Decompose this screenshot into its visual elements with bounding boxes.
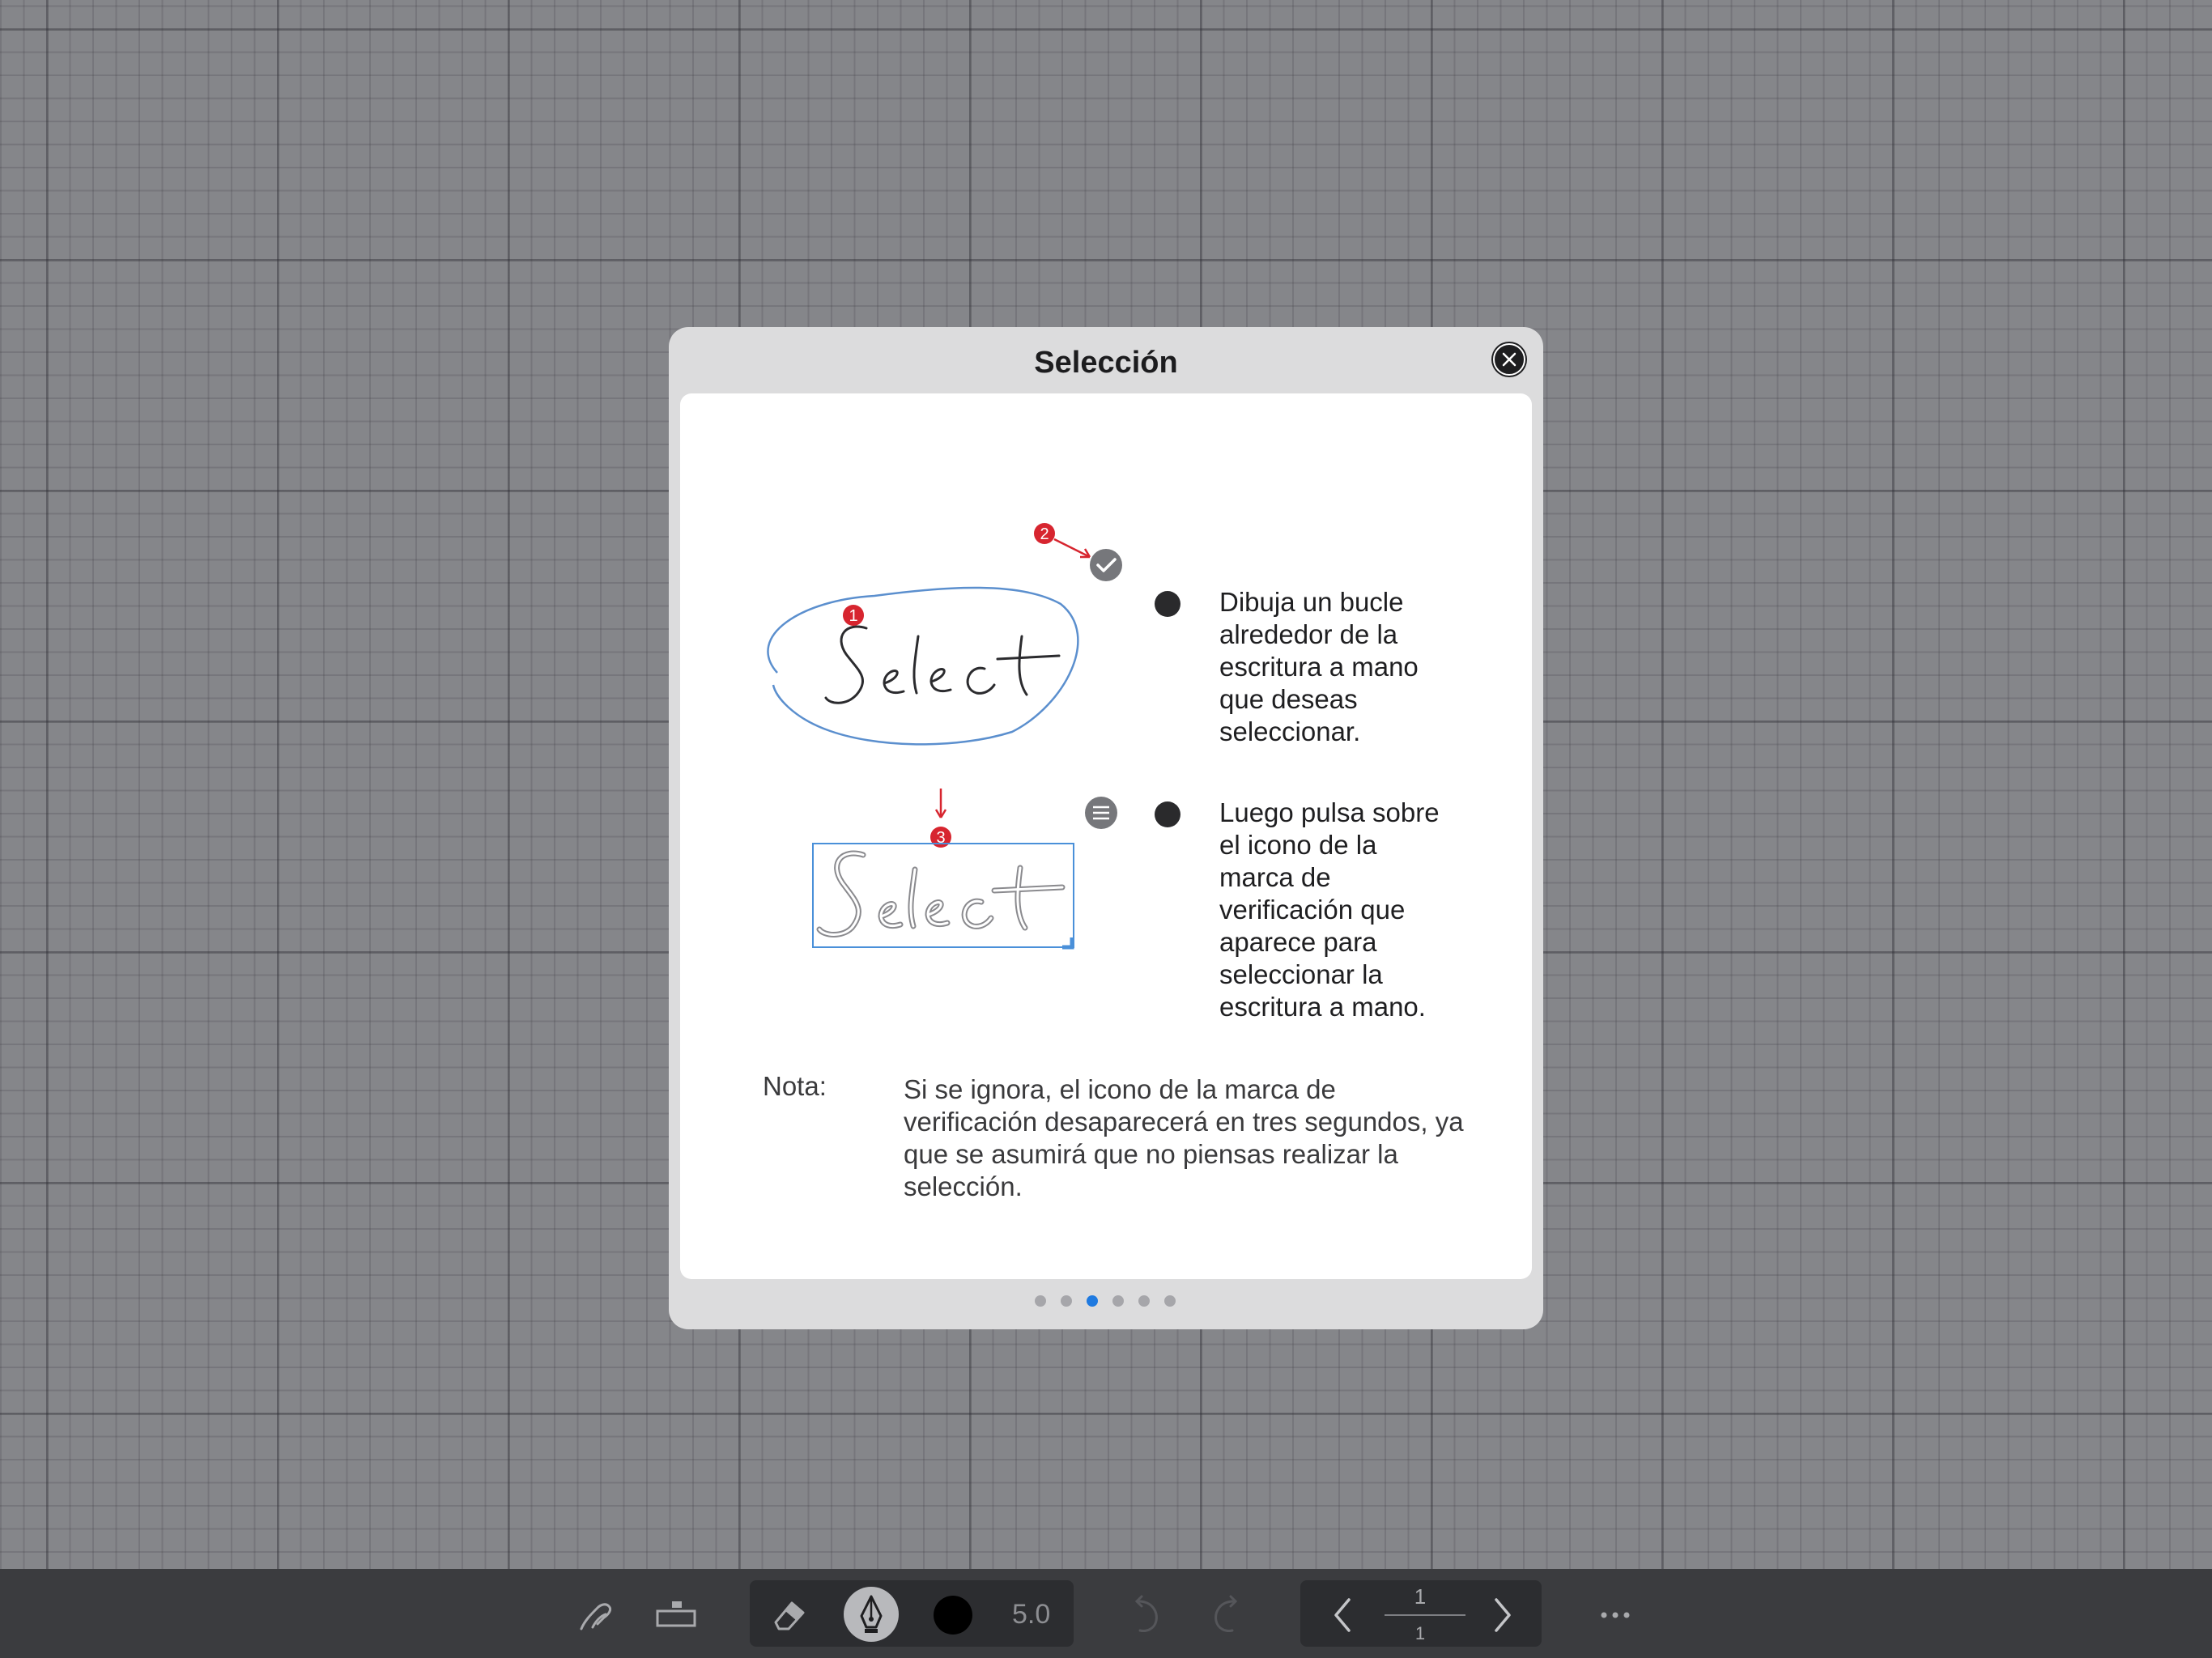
color-swatch [934,1596,972,1635]
selection-resize-handle [1062,937,1074,950]
marker-2: 2 [1034,523,1055,544]
fountain-pen-icon [844,1587,899,1642]
current-page-number[interactable]: 1 [1396,1585,1444,1608]
arrow-to-checkmark [1053,538,1091,559]
step-bullet-1 [1155,591,1180,617]
handwritten-word-top [824,625,1061,704]
menu-icon [1085,797,1117,829]
note-label: Nota: [763,1071,827,1101]
redo-button[interactable] [1210,1593,1247,1637]
pen-tool-button-selected[interactable] [844,1587,899,1642]
lasso-tool-button[interactable] [573,1592,619,1637]
undo-button[interactable] [1125,1593,1163,1637]
close-icon [1493,343,1525,376]
page-dot-4[interactable] [1112,1295,1124,1307]
selection-help-dialog: Selección 1 2 3 Dibuja un bucle alrededo… [669,327,1543,1329]
step-bullet-2 [1155,801,1180,827]
page-dot-3-current[interactable] [1087,1295,1098,1307]
marker-3: 3 [930,827,951,848]
page-dot-5[interactable] [1138,1295,1150,1307]
redo-icon [1214,1595,1238,1632]
lasso-hand-icon [580,1603,612,1630]
marker-1: 1 [843,605,864,626]
chevron-left-icon [1334,1598,1351,1632]
step-2-text: Luego pulsa sobre el icono de la marca d… [1219,797,1440,1022]
previous-page-button[interactable] [1328,1595,1357,1635]
checkmark-icon [1090,549,1122,581]
next-page-button[interactable] [1488,1595,1517,1635]
more-icon [1601,1612,1630,1618]
page-fraction-line [1385,1614,1465,1616]
page-dot-1[interactable] [1035,1295,1046,1307]
svg-text:2: 2 [1040,525,1049,543]
ruler-tool-button[interactable] [654,1595,700,1635]
help-panel: 1 2 3 Dibuja un bucle alrededor de la es… [680,393,1532,1279]
ruler-icon [656,1601,696,1627]
color-picker-button[interactable] [933,1595,973,1635]
lasso-loop [767,586,1079,746]
bottom-toolbar [0,1569,2212,1658]
dialog-title: Selección [1034,346,1178,380]
pen-size-label[interactable]: 5.0 [1012,1598,1050,1630]
chevron-right-icon [1495,1598,1511,1632]
eraser-button[interactable] [768,1593,811,1637]
page-dot-2[interactable] [1061,1295,1072,1307]
undo-icon [1134,1595,1158,1632]
total-page-number: 1 [1414,1623,1426,1643]
more-button[interactable] [1598,1603,1632,1627]
close-button[interactable] [1491,342,1527,377]
page-dot-6[interactable] [1164,1295,1176,1307]
eraser-icon [774,1601,805,1630]
svg-text:1: 1 [849,607,857,625]
step-1-text: Dibuja un bucle alrededor de la escritur… [1219,587,1419,746]
note-text: Si se ignora, el icono de la marca de ve… [904,1074,1464,1201]
